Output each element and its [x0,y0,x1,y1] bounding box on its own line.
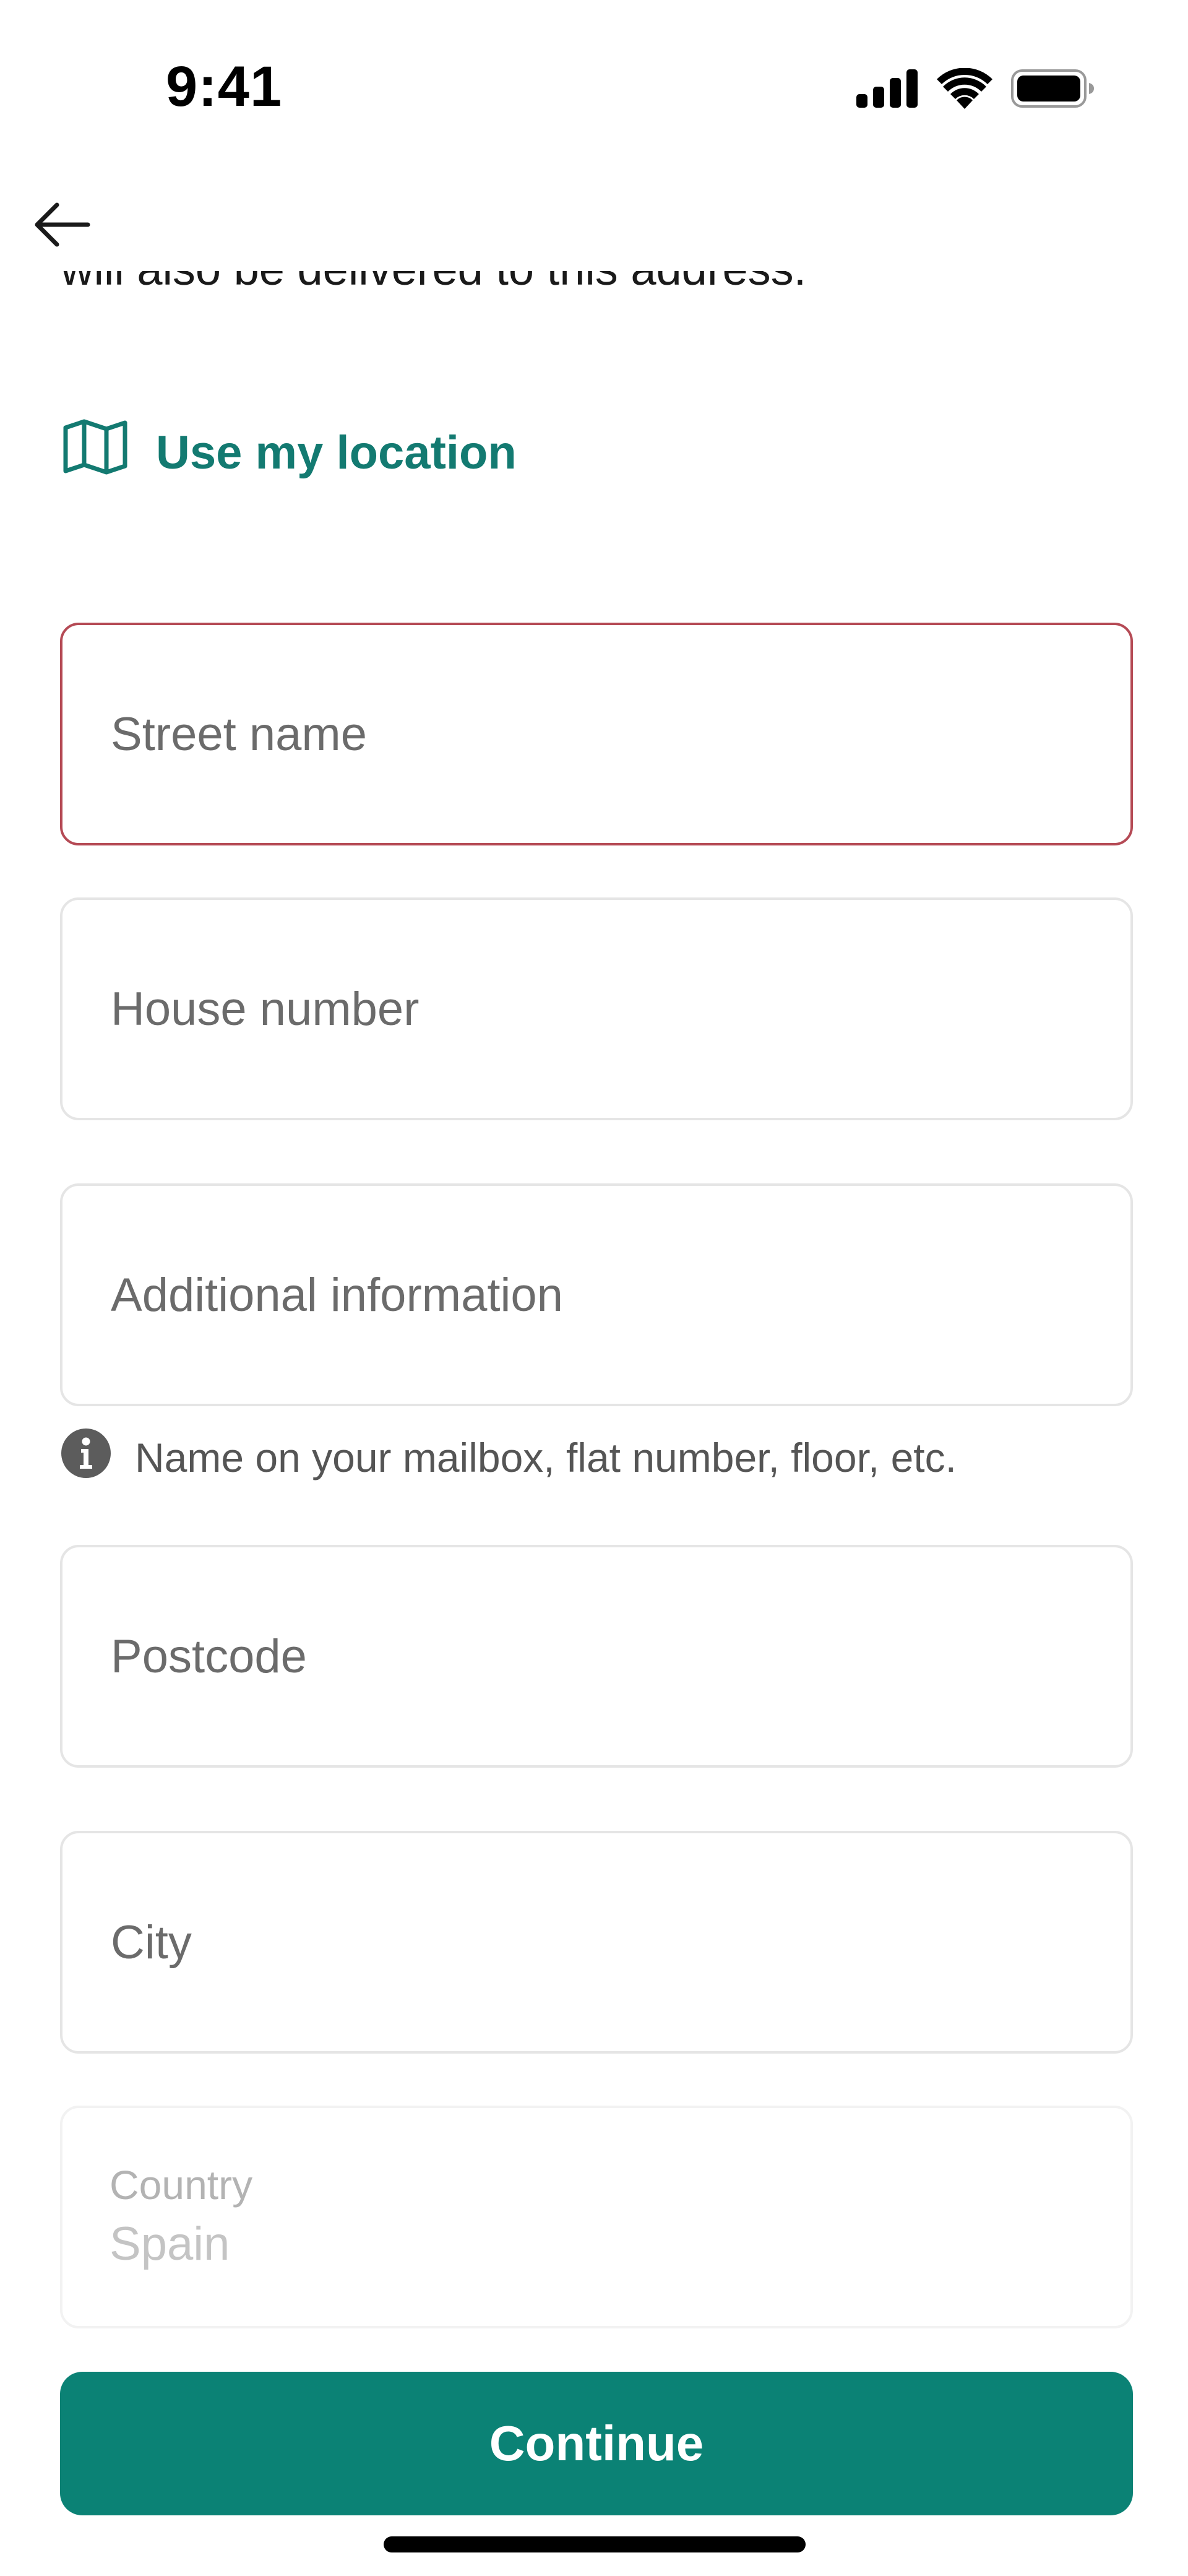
arrow-left-icon [31,200,93,253]
street-name-field[interactable] [60,623,1133,845]
use-my-location-button[interactable]: Use my location [63,418,517,486]
city-input[interactable] [62,1833,1130,2051]
status-bar: 9:41 [0,0,1188,161]
signal-icon [856,69,918,108]
wifi-icon [937,68,992,109]
city-field[interactable] [60,1831,1133,2054]
info-icon [61,1428,111,1488]
street-name-input[interactable] [62,625,1130,843]
helper-text: Name on your mailbox, flat number, floor… [135,1435,957,1480]
battery-icon [1011,69,1095,108]
country-field: Country Spain [60,2106,1133,2328]
additional-information-input[interactable] [62,1186,1130,1404]
intro-text: will also be delivered to this address. [61,271,1125,318]
house-number-input[interactable] [62,900,1130,1118]
continue-button[interactable]: Continue [60,2372,1133,2515]
status-icons [856,67,1095,110]
back-button[interactable] [25,192,99,260]
additional-information-field[interactable] [60,1183,1133,1406]
intro-text-content: will also be delivered to this address. [61,271,806,295]
postcode-input[interactable] [62,1547,1130,1765]
country-label: Country [110,2162,253,2208]
use-my-location-label: Use my location [156,426,517,479]
additional-information-helper: Name on your mailbox, flat number, floor… [61,1428,957,1488]
house-number-field[interactable] [60,897,1133,1120]
home-indicator [384,2536,806,2552]
country-value: Spain [110,2218,230,2270]
postcode-field[interactable] [60,1545,1133,1768]
map-icon [63,419,127,486]
status-time: 9:41 [166,55,283,118]
